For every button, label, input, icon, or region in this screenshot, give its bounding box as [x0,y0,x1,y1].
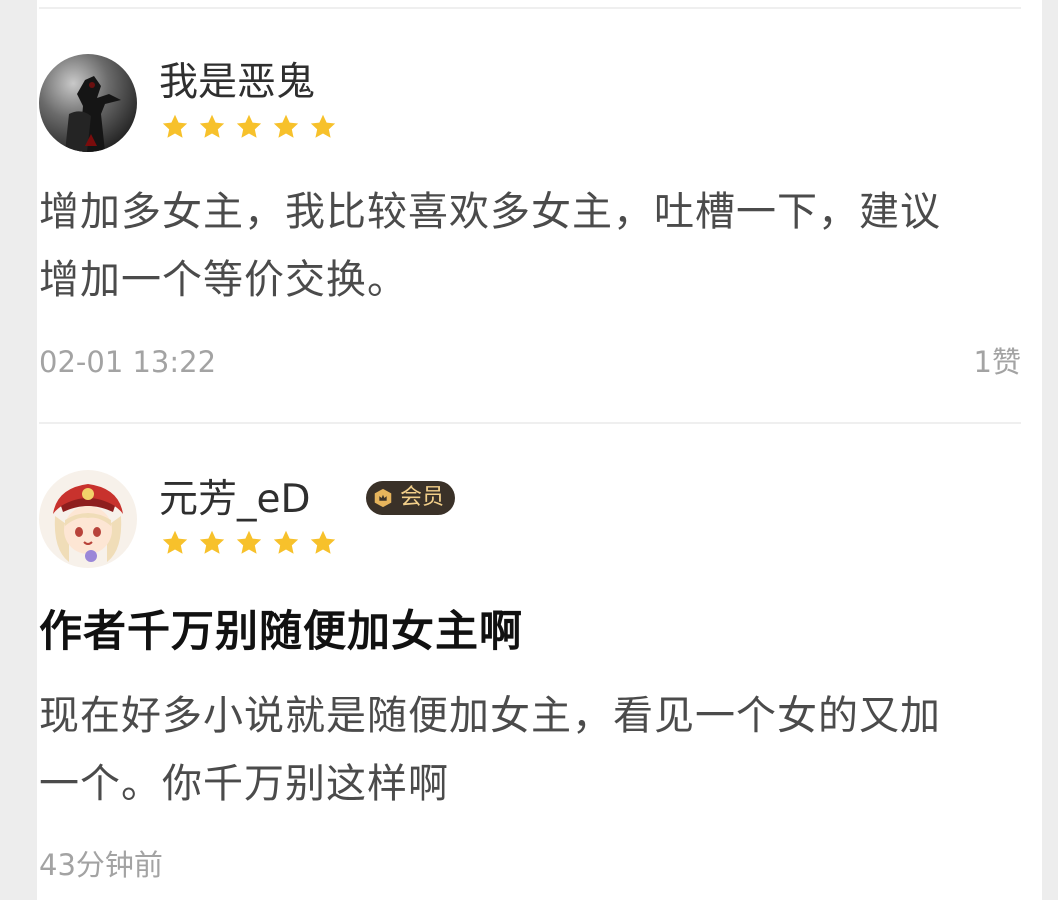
review-timestamp: 43分钟前 [39,848,163,882]
review-content: 现在好多小说就是随便加女主，看见一个女的又加一个。你千万别这样啊 [39,693,941,807]
username[interactable]: 元芳_eD [159,476,311,524]
vip-crown-icon [374,488,392,508]
vip-badge[interactable]: 会员 [366,481,456,515]
star-icon [310,530,336,554]
star-icon [162,530,188,554]
star-rating [161,529,337,557]
anime-girl-avatar-icon [39,470,137,568]
review-item: 元芳_eD 会员 作者千万别随便加女主啊 现在好多小说就是随便加女主，看见一个女… [39,0,1021,900]
vip-badge-label: 会员 [400,485,445,510]
star-icon [199,530,225,554]
star-icon [236,530,262,554]
star-icon [273,530,299,554]
review-title: 作者千万别随便加女主啊 [39,607,523,657]
avatar[interactable] [39,470,137,568]
